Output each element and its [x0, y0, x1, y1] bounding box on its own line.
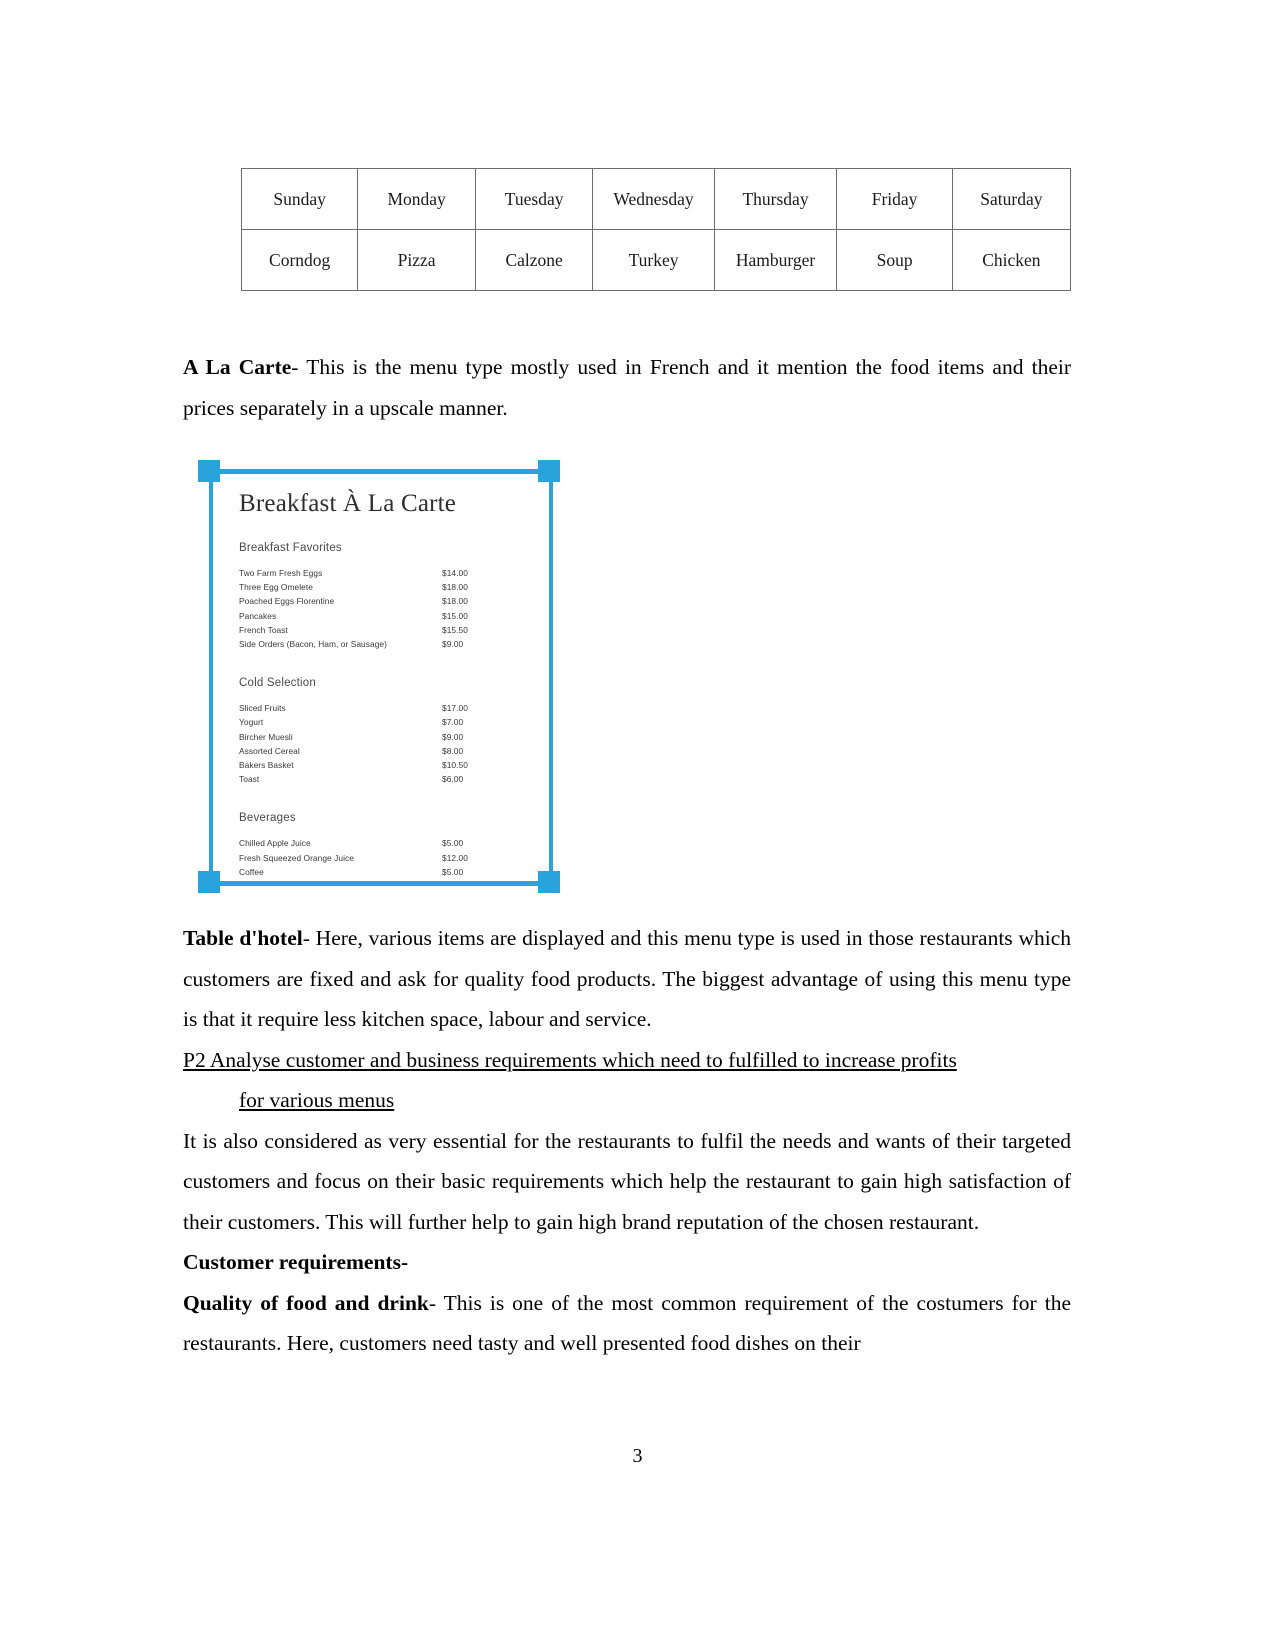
menu-item-price: $7.00	[442, 717, 464, 728]
table-row-days: Sunday Monday Tuesday Wednesday Thursday…	[240, 168, 1072, 230]
table-row-dishes: Corndog Pizza Calzone Turkey Hamburger S…	[240, 229, 1072, 291]
menu-item-price: $9.00	[442, 731, 464, 742]
table-cell-dish: Chicken	[951, 229, 1072, 291]
document-page: Sunday Monday Tuesday Wednesday Thursday…	[0, 0, 1275, 1650]
menu-item-name: Two Farm Fresh Eggs	[239, 568, 323, 578]
table-cell-dish: Soup	[836, 229, 953, 291]
menu-item: Chilled Apple Juice $5.00	[239, 836, 528, 850]
menu-item-price: $6.00	[442, 774, 464, 785]
menu-item-name: Pancakes	[239, 610, 277, 621]
menu-item: Assorted Cereal $8.00	[239, 744, 528, 758]
menu-image-selection[interactable]: Breakfast À La Carte Breakfast Favorites…	[197, 460, 570, 898]
menu-item-price: $14.00	[442, 568, 468, 578]
menu-item-name: French Toast	[239, 624, 288, 635]
menu-item-price: $18.00	[442, 596, 468, 607]
menu-item-name: Assorted Cereal	[239, 745, 300, 756]
menu-item-name: Coffee	[239, 866, 264, 877]
table-cell-day: Wednesday	[592, 168, 715, 230]
menu-section-heading-favorites: Breakfast Favorites	[239, 542, 342, 554]
selection-border-left	[209, 469, 213, 886]
table-cell-day: Friday	[836, 168, 953, 230]
page-content: Sunday Monday Tuesday Wednesday Thursday…	[183, 0, 1071, 1364]
heading-p2-line1: P2 Analyse customer and business require…	[183, 1047, 957, 1072]
table-cell-dish: Hamburger	[713, 229, 838, 291]
menu-item-name: Fresh Squeezed Orange Juice	[239, 852, 354, 863]
table-cell-dish: Corndog	[240, 229, 359, 291]
menu-item: Side Orders (Bacon, Ham, or Sausage) $9.0…	[239, 637, 528, 651]
selection-border-top	[209, 469, 553, 474]
paragraph-a-la-carte: A La Carte- This is the menu type mostly…	[183, 347, 1071, 428]
menu-item-name: Bircher Muesli	[239, 731, 293, 742]
menu-item: Fresh Squeezed Orange Juice $12.00	[239, 851, 528, 865]
menu-item-name: Side Orders (Bacon, Ham, or Sausage)	[239, 639, 387, 650]
menu-item-price: $12.00	[442, 852, 468, 863]
menu-item-price: $9.00	[442, 639, 464, 650]
menu-item: Two Farm Fresh Eggs $14.00	[239, 566, 528, 580]
resize-handle-top-left[interactable]	[198, 460, 220, 482]
menu-item: Poached Eggs Florentine $18.00	[239, 594, 528, 608]
menu-item-price: $5.00	[442, 866, 464, 877]
menu-list-cold: Sliced Fruits $17.00 Yogurt $7.00 Bircher …	[239, 701, 528, 786]
menu-item-name: Yogurt	[239, 717, 264, 728]
menu-item-name: Bakers Basket	[239, 760, 294, 771]
menu-item-name: Three Egg Omelete	[239, 582, 313, 593]
table-cell-day: Saturday	[951, 168, 1072, 230]
menu-item: Toast $6.00	[239, 772, 528, 786]
menu-item-price: $17.00	[442, 703, 468, 714]
table-cell-dish: Calzone	[474, 229, 594, 291]
menu-item-price: $5.00	[442, 838, 464, 849]
menu-item-price: $18.00	[442, 582, 468, 593]
heading-p2: P2 Analyse customer and business require…	[183, 1040, 1071, 1121]
weekly-menu-table-wrapper: Sunday Monday Tuesday Wednesday Thursday…	[240, 168, 1072, 291]
heading-customer-requirements: Customer requirements-	[183, 1250, 409, 1274]
menu-item: Bakers Basket $10.50	[239, 758, 528, 772]
menu-item: French Toast $15.50	[239, 623, 528, 637]
menu-section-heading-beverages: Beverages	[239, 812, 296, 825]
paragraph-quality-food-drink: Quality of food and drink- This is one o…	[183, 1283, 1071, 1364]
table-cell-day: Tuesday	[474, 168, 594, 230]
menu-item-name: Toast	[239, 774, 260, 785]
menu-item: Pancakes $15.00	[239, 609, 528, 623]
menu-item-price: $15.00	[442, 610, 468, 621]
menu-title: Breakfast À La Carte	[239, 490, 457, 517]
paragraph-p2-body: It is also considered as very essential …	[183, 1128, 1071, 1234]
table-dhotel-text: - Here, various items are displayed and …	[183, 926, 1071, 1031]
table-cell-day: Sunday	[240, 168, 359, 230]
menu-item-price: $10.50	[442, 760, 468, 771]
table-cell-day: Monday	[357, 168, 476, 230]
menu-item: Bircher Muesli $9.00	[239, 730, 528, 744]
menu-item: Three Egg Omelete $18.00	[239, 580, 528, 594]
menu-image-inner: Breakfast À La Carte Breakfast Favorites…	[213, 474, 550, 881]
menu-item: Yogurt $7.00	[239, 715, 528, 729]
menu-item-price: $8.00	[442, 745, 464, 756]
menu-list-favorites: Two Farm Fresh Eggs $14.00 Three Egg Omel…	[239, 566, 528, 651]
weekly-menu-table: Sunday Monday Tuesday Wednesday Thursday…	[240, 168, 1072, 291]
table-cell-dish: Turkey	[592, 229, 715, 291]
table-dhotel-label: Table d'hotel	[183, 926, 303, 950]
selection-border-right	[549, 469, 553, 886]
resize-handle-bottom-right[interactable]	[538, 871, 560, 893]
a-la-carte-label: A La Carte	[183, 355, 292, 379]
menu-section-heading-cold: Cold Selection	[239, 677, 316, 690]
resize-handle-top-right[interactable]	[538, 460, 560, 482]
menu-item: Sliced Fruits $17.00	[239, 701, 528, 715]
menu-item-name: Poached Eggs Florentine	[239, 596, 335, 607]
menu-item-name: Sliced Fruits	[239, 703, 286, 714]
selection-border-bottom	[209, 881, 553, 886]
quality-label: Quality of food and drink	[183, 1290, 429, 1315]
menu-item-price: $15.50	[442, 624, 468, 635]
paragraph-table-dhotel: Table d'hotel- Here, various items are d…	[183, 918, 1071, 1040]
menu-item: Coffee $5.00	[239, 865, 528, 879]
a-la-carte-text: - This is the menu type mostly used in F…	[183, 355, 1072, 420]
menu-item-name: Chilled Apple Juice	[239, 838, 311, 849]
resize-handle-bottom-left[interactable]	[198, 871, 220, 893]
breakfast-menu-image[interactable]: Breakfast À La Carte Breakfast Favorites…	[213, 474, 550, 881]
table-cell-dish: Pizza	[357, 229, 476, 291]
page-number: 3	[632, 1445, 643, 1467]
table-cell-day: Thursday	[713, 168, 838, 230]
heading-p2-line2: for various menus	[239, 1088, 395, 1112]
menu-list-beverages: Chilled Apple Juice $5.00 Fresh Squeezed …	[239, 836, 528, 881]
